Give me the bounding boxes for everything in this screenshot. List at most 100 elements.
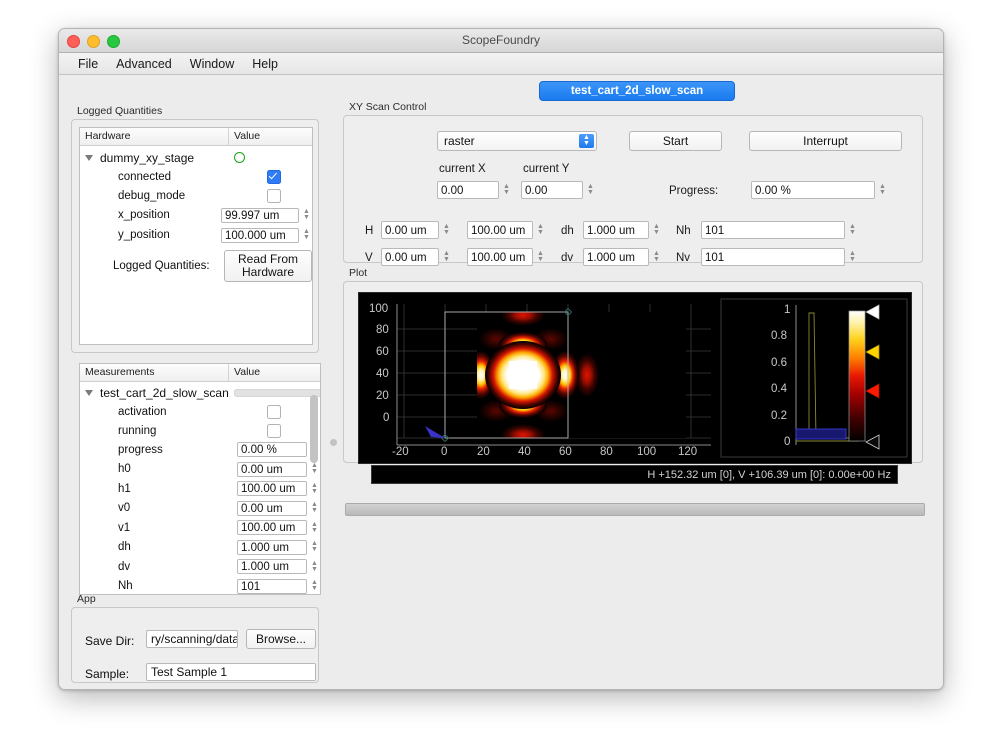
v0-stepper-scan[interactable]: ▲ ▼ [441, 250, 452, 263]
column-header-value: Value [234, 366, 261, 378]
menu-help[interactable]: Help [243, 56, 287, 72]
progress-stepper-scan[interactable]: ▲ ▼ [877, 183, 888, 196]
current-y-spinner[interactable]: 0.00 ▲ ▼ [521, 181, 596, 199]
menu-file[interactable]: File [69, 56, 107, 72]
table-row[interactable]: activation [80, 402, 320, 421]
v0-input-scan[interactable]: 0.00 um [381, 248, 439, 266]
nv-input-scan[interactable]: 101 [701, 248, 845, 266]
y-position-input[interactable]: 100.000 um [221, 227, 299, 243]
sample-input[interactable]: Test Sample 1 [146, 663, 316, 681]
menu-window[interactable]: Window [181, 56, 243, 72]
v0-spinner-scan[interactable]: 0.00 um ▲ ▼ [381, 248, 452, 266]
nh-stepper-scan[interactable]: ▲ ▼ [847, 223, 858, 236]
nh-spinner-scan[interactable]: 101 ▲ ▼ [701, 221, 858, 239]
activation-checkbox[interactable] [267, 404, 281, 419]
running-checkbox[interactable] [267, 423, 281, 438]
debug-mode-checkbox[interactable] [267, 188, 281, 203]
progress-spinner[interactable]: 0.00 % ▲▼ [237, 442, 320, 458]
table-row[interactable]: v0 0.00 um ▲ ▼ [80, 499, 320, 519]
current-y-input[interactable]: 0.00 [521, 181, 583, 199]
dh-stepper-scan[interactable]: ▲ ▼ [651, 223, 662, 236]
chevron-down-icon[interactable] [85, 155, 93, 162]
table-row[interactable]: h0 0.00 um ▲ ▼ [80, 460, 320, 480]
y-position-spinner[interactable]: 100.000 um ▲ ▼ [221, 227, 312, 243]
progress-input[interactable]: 0.00 % [237, 442, 307, 458]
dv-spinner[interactable]: 1.000 um ▲ ▼ [237, 559, 320, 575]
chevron-updown-icon[interactable]: ▲ ▼ [579, 134, 594, 148]
current-y-stepper[interactable]: ▲ ▼ [585, 183, 596, 196]
table-row[interactable]: v1 100.00 um ▲ ▼ [80, 518, 320, 538]
nh-spinner[interactable]: 101 ▲ ▼ [237, 578, 320, 594]
h0-spinner-scan[interactable]: 0.00 um ▲ ▼ [381, 221, 452, 239]
start-button[interactable]: Start [629, 131, 722, 151]
table-row[interactable]: dv 1.000 um ▲ ▼ [80, 557, 320, 577]
x-position-stepper[interactable]: ▲ ▼ [301, 208, 312, 221]
save-dir-input[interactable]: ry/scanning/data [146, 630, 238, 648]
v1-stepper-scan[interactable]: ▲ ▼ [535, 250, 546, 263]
v1-spinner[interactable]: 100.00 um ▲ ▼ [237, 520, 320, 536]
table-row[interactable]: y_position 100.000 um ▲ ▼ [80, 225, 312, 245]
browse-button[interactable]: Browse... [246, 629, 316, 649]
nh-input[interactable]: 101 [237, 578, 307, 594]
v0-input[interactable]: 0.00 um [237, 500, 307, 516]
menu-advanced[interactable]: Advanced [107, 56, 181, 72]
scan-pattern-combo[interactable]: raster ▲ ▼ [437, 131, 597, 151]
dv-input[interactable]: 1.000 um [237, 559, 307, 575]
current-x-spinner[interactable]: 0.00 ▲ ▼ [437, 181, 512, 199]
table-row[interactable]: progress 0.00 % ▲▼ [80, 440, 320, 460]
table-row[interactable]: test_cart_2d_slow_scan [80, 383, 320, 402]
h0-spinner[interactable]: 0.00 um ▲ ▼ [237, 461, 320, 477]
measurements-tree[interactable]: Measurements Value test_cart_2d_slow_sca… [79, 363, 321, 595]
bottom-scrollbar[interactable] [345, 503, 925, 516]
read-from-hardware-button[interactable]: Read From Hardware [224, 250, 312, 282]
v1-input-scan[interactable]: 100.00 um [467, 248, 533, 266]
dv-spinner-scan[interactable]: 1.000 um ▲ ▼ [583, 248, 662, 266]
y-position-stepper[interactable]: ▲ ▼ [301, 228, 312, 241]
h0-input[interactable]: 0.00 um [237, 461, 307, 477]
x-position-spinner[interactable]: 99.997 um ▲ ▼ [221, 207, 312, 223]
v1-input[interactable]: 100.00 um [237, 520, 307, 536]
chevron-down-icon[interactable] [85, 390, 93, 397]
nh-input-scan[interactable]: 101 [701, 221, 845, 239]
table-row[interactable]: dummy_xy_stage [80, 148, 312, 167]
splitter-handle[interactable] [330, 439, 337, 446]
table-row[interactable]: dh 1.000 um ▲ ▼ [80, 538, 320, 558]
measurements-scrollbar[interactable] [310, 383, 318, 592]
progress-input-scan[interactable]: 0.00 % [751, 181, 875, 199]
v1-spinner-scan[interactable]: 100.00 um ▲ ▼ [467, 248, 546, 266]
table-row[interactable]: connected [80, 167, 312, 186]
x-position-input[interactable]: 99.997 um [221, 207, 299, 223]
h1-spinner[interactable]: 100.00 um ▲ ▼ [237, 481, 320, 497]
h1-input[interactable]: 100.00 um [237, 481, 307, 497]
dh-input-scan[interactable]: 1.000 um [583, 221, 649, 239]
plot-svg[interactable] [359, 293, 911, 463]
nv-stepper-scan[interactable]: ▲ ▼ [847, 250, 858, 263]
current-x-input[interactable]: 0.00 [437, 181, 499, 199]
x-tick-60: 60 [559, 446, 572, 458]
v0-spinner[interactable]: 0.00 um ▲ ▼ [237, 500, 320, 516]
table-row[interactable]: running [80, 421, 320, 440]
interrupt-button[interactable]: Interrupt [749, 131, 902, 151]
measurements-scrollbar-thumb[interactable] [310, 395, 318, 463]
table-row[interactable]: h1 100.00 um ▲ ▼ [80, 479, 320, 499]
current-x-stepper[interactable]: ▲ ▼ [501, 183, 512, 196]
hardware-tree[interactable]: Hardware Value dummy_xy_stage connected … [79, 127, 313, 345]
h0-stepper-scan[interactable]: ▲ ▼ [441, 223, 452, 236]
dh-spinner-scan[interactable]: 1.000 um ▲ ▼ [583, 221, 662, 239]
table-row[interactable]: x_position 99.997 um ▲ ▼ [80, 205, 312, 225]
dh-spinner[interactable]: 1.000 um ▲ ▼ [237, 539, 320, 555]
tab-test-cart-2d-slow-scan[interactable]: test_cart_2d_slow_scan [539, 81, 735, 101]
h1-stepper-scan[interactable]: ▲ ▼ [535, 223, 546, 236]
plot-canvas[interactable]: 100 80 60 40 20 0 -20 0 20 40 60 80 100 … [358, 292, 912, 464]
connected-checkbox[interactable] [267, 169, 281, 184]
table-row[interactable]: debug_mode [80, 186, 312, 205]
dh-input[interactable]: 1.000 um [237, 539, 307, 555]
progress-spinner-scan[interactable]: 0.00 % ▲ ▼ [751, 181, 888, 199]
h1-spinner-scan[interactable]: 100.00 um ▲ ▼ [467, 221, 546, 239]
dv-input-scan[interactable]: 1.000 um [583, 248, 649, 266]
nv-spinner-scan[interactable]: 101 ▲ ▼ [701, 248, 858, 266]
colorbar-gradient[interactable] [848, 310, 866, 442]
dv-stepper-scan[interactable]: ▲ ▼ [651, 250, 662, 263]
h1-input-scan[interactable]: 100.00 um [467, 221, 533, 239]
h0-input-scan[interactable]: 0.00 um [381, 221, 439, 239]
